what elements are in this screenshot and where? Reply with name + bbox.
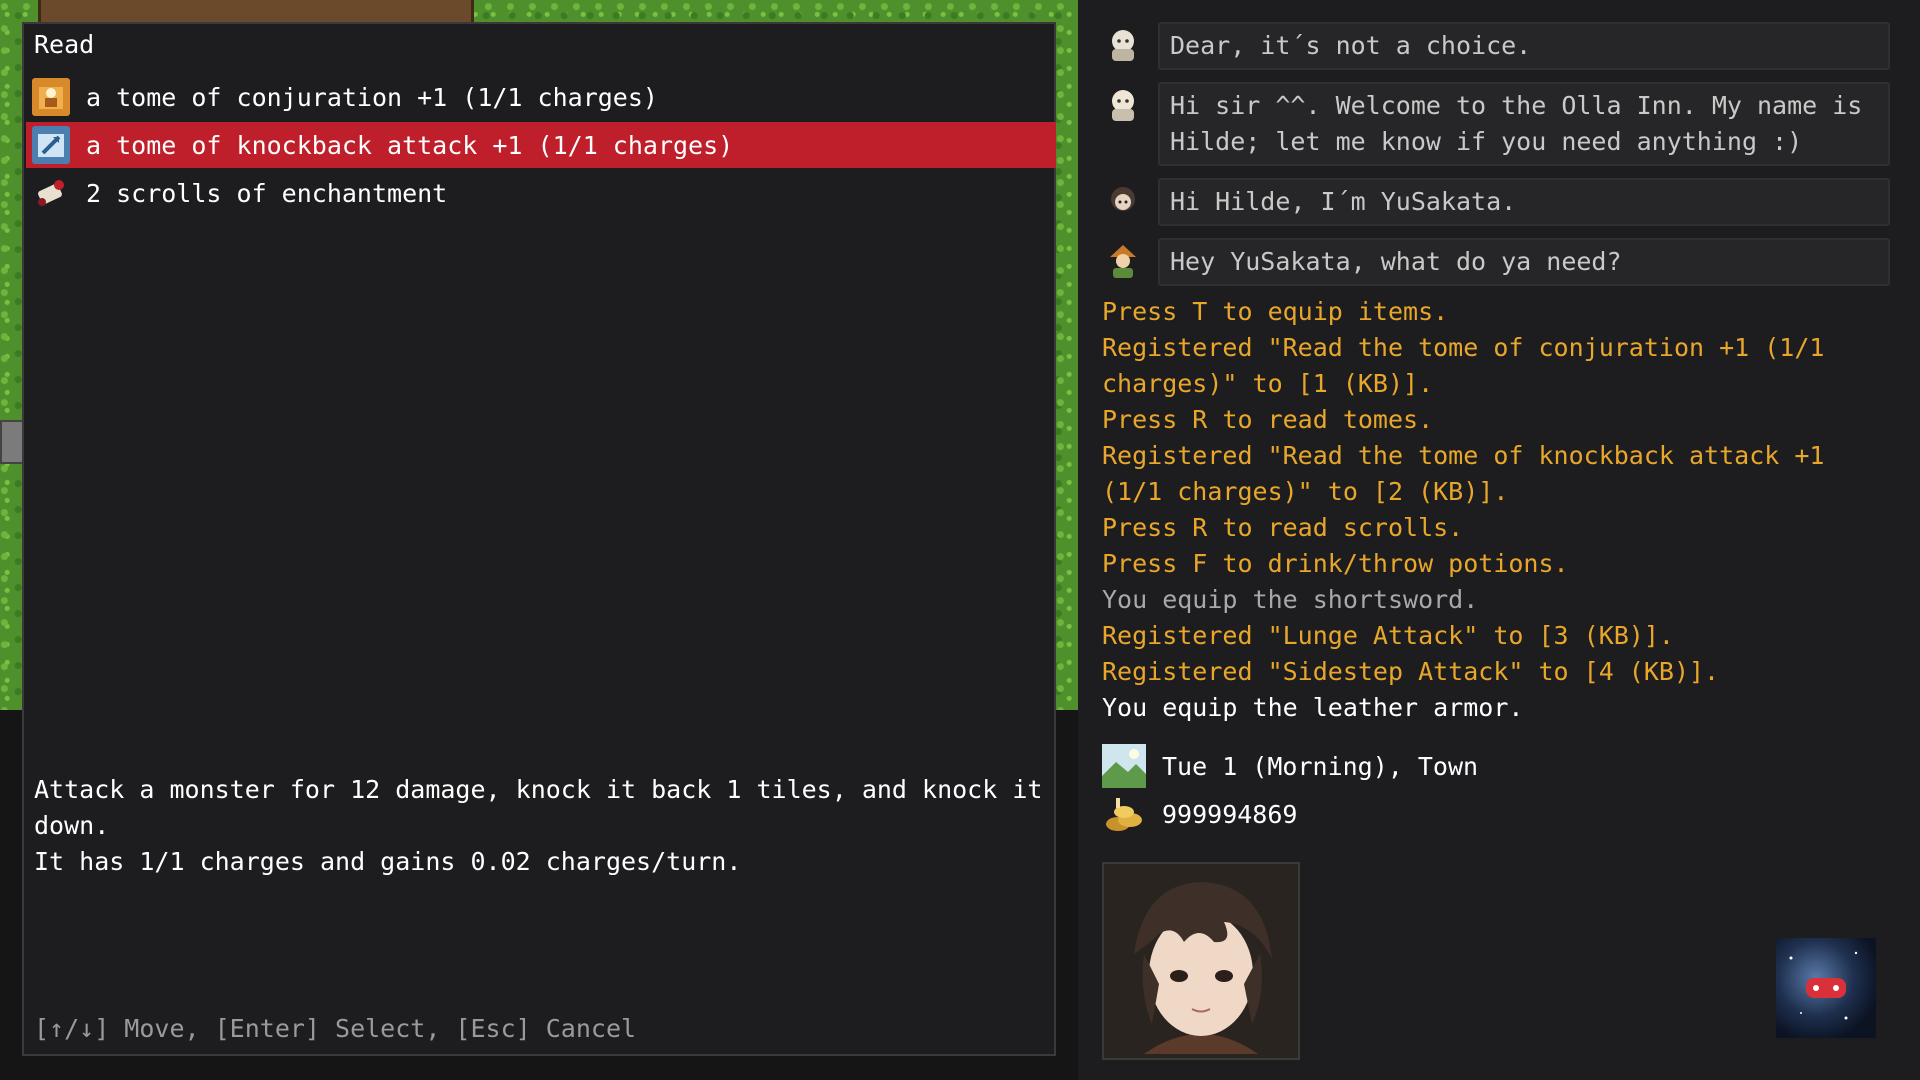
description-charges: It has 1/1 charges and gains 0.02 charge… xyxy=(34,847,742,876)
chat-message: Dear, it´s not a choice. xyxy=(1100,22,1890,70)
chat-message: Hey YuSakata, what do ya need? xyxy=(1100,238,1890,286)
character-portrait xyxy=(1102,862,1300,1060)
gold-status: 999994869 xyxy=(1102,792,1297,836)
log-line: Press R to read scrolls. xyxy=(1102,513,1464,542)
controls-hint: [↑/↓] Move, [Enter] Select, [Esc] Cancel xyxy=(34,1014,637,1043)
conjuration-tome-icon xyxy=(32,78,70,116)
date-location-text: Tue 1 (Morning), Town xyxy=(1162,751,1479,781)
description-effect: Attack a monster for 12 damage, knock it… xyxy=(34,775,1043,840)
chat-message: Hi Hilde, I´m YuSakata. xyxy=(1100,178,1890,226)
enchantment-scroll-icon xyxy=(32,174,70,212)
log-line: You equip the shortsword. xyxy=(1102,585,1479,614)
chat-bubble: Hi sir ^^. Welcome to the Olla Inn. My n… xyxy=(1158,82,1890,166)
chat-message: Hi sir ^^. Welcome to the Olla Inn. My n… xyxy=(1100,82,1890,166)
read-item-conjuration-tome[interactable]: a tome of conjuration +1 (1/1 charges) xyxy=(26,74,1056,120)
log-line: Press R to read tomes. xyxy=(1102,405,1434,434)
hilde-portrait-icon xyxy=(1100,82,1146,128)
knockback-tome-icon xyxy=(32,126,70,164)
read-dialog: Read a tome of conjuration +1 (1/1 charg… xyxy=(22,22,1056,1056)
dialog-title: Read xyxy=(34,30,95,59)
innkeeper-portrait-icon xyxy=(1100,22,1146,68)
log-line: You equip the leather armor. xyxy=(1102,693,1524,722)
log-line: Registered "Read the tome of conjuration… xyxy=(1102,333,1825,398)
read-item-enchantment-scrolls[interactable]: 2 scrolls of enchantment xyxy=(26,170,1056,216)
chat-bubble: Hi Hilde, I´m YuSakata. xyxy=(1158,178,1890,226)
landscape-icon xyxy=(1102,744,1146,788)
item-label: a tome of knockback attack +1 (1/1 charg… xyxy=(86,130,734,160)
item-description: Attack a monster for 12 damage, knock it… xyxy=(34,772,1044,880)
item-label: a tome of conjuration +1 (1/1 charges) xyxy=(86,82,658,112)
log-line: Press F to drink/throw potions. xyxy=(1102,549,1569,578)
log-line: Registered "Sidestep Attack" to [4 (KB)]… xyxy=(1102,657,1720,686)
chat-bubble: Dear, it´s not a choice. xyxy=(1158,22,1890,70)
side-panel: Dear, it´s not a choice. Hi sir ^^. Welc… xyxy=(1078,0,1920,1080)
date-location-status: Tue 1 (Morning), Town xyxy=(1102,744,1478,788)
gold-amount: 999994869 xyxy=(1162,799,1298,829)
coin-pile-icon xyxy=(1102,792,1146,836)
npc-portrait-icon xyxy=(1100,238,1146,284)
log-line: Registered "Read the tome of knockback a… xyxy=(1102,441,1825,506)
item-label: 2 scrolls of enchantment xyxy=(86,178,448,208)
message-log: Press T to equip items. Registered "Read… xyxy=(1102,294,1882,726)
log-line: Press T to equip items. xyxy=(1102,297,1449,326)
log-line: Registered "Lunge Attack" to [3 (KB)]. xyxy=(1102,621,1674,650)
chat-bubble: Hey YuSakata, what do ya need? xyxy=(1158,238,1890,286)
player-portrait-icon xyxy=(1100,178,1146,224)
read-item-knockback-tome[interactable]: a tome of knockback attack +1 (1/1 charg… xyxy=(26,122,1056,168)
controller-badge-icon xyxy=(1776,938,1876,1038)
